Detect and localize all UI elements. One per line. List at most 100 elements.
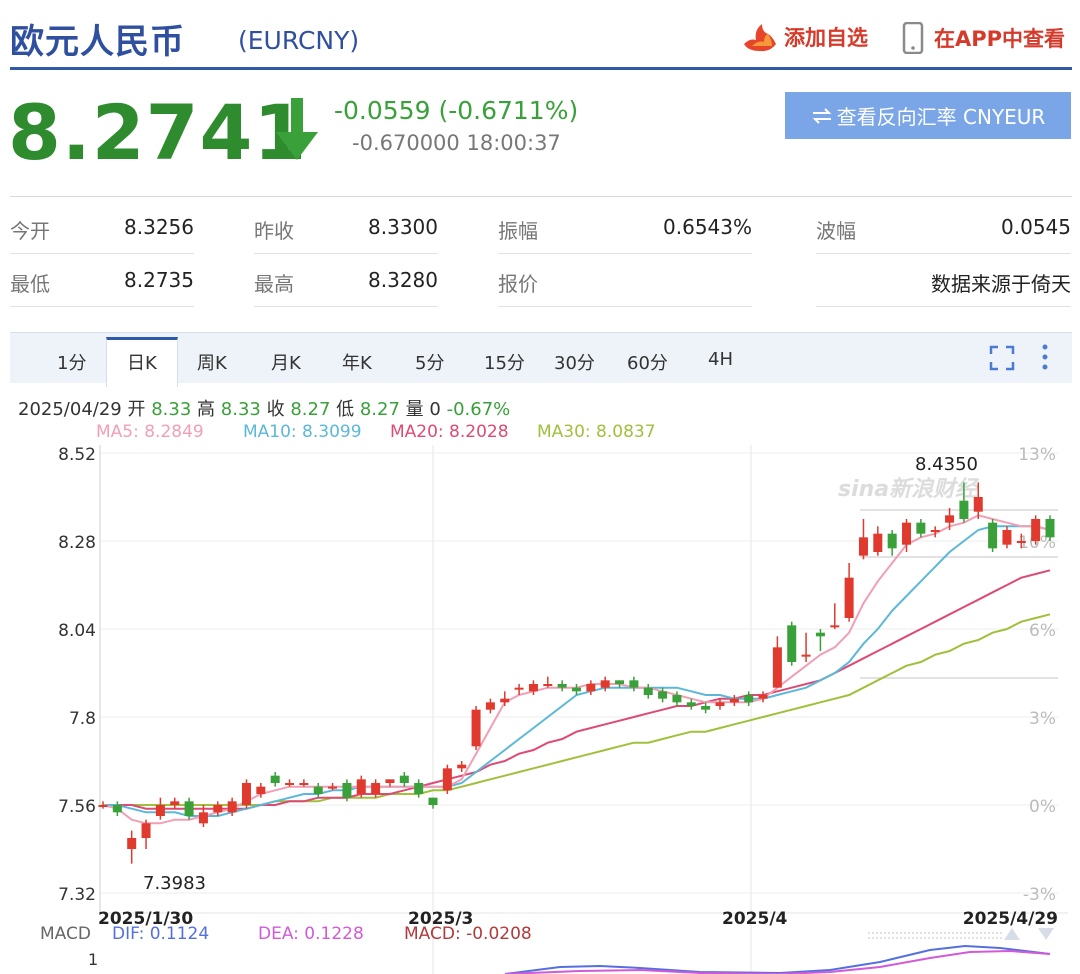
candle-body	[801, 654, 811, 657]
candle-body	[973, 497, 983, 512]
scrollbar-dot	[980, 937, 982, 939]
candle-body	[471, 709, 481, 747]
scrollbar-dot	[976, 937, 978, 939]
add-watchlist-button[interactable]: 添加自选	[742, 22, 868, 52]
candle-body	[213, 805, 223, 813]
scrollbar-dot	[924, 932, 926, 934]
macd-label: MACD	[40, 924, 91, 944]
scrollbar-dot	[996, 932, 998, 934]
open-label: 今开	[10, 219, 50, 243]
scrollbar-dot	[888, 937, 890, 939]
candle-body	[902, 522, 912, 545]
candle-body	[184, 801, 194, 816]
scrollbar-dot	[964, 937, 966, 939]
scrollbar-dot	[936, 937, 938, 939]
chart-scroll-arrows-icon[interactable]	[1002, 924, 1056, 942]
ohlc-info: 2025/04/29 开 8.33 高 8.33 收 8.27 低 8.27 量…	[18, 395, 510, 421]
candle-body	[457, 764, 467, 769]
candle-body	[514, 687, 524, 690]
ohlc-close: 8.27	[290, 399, 331, 420]
down-arrow-icon	[276, 98, 318, 160]
scrollbar-dot	[928, 932, 930, 934]
data-source: 数据来源于倚天	[931, 272, 1071, 296]
candle-body	[141, 823, 151, 838]
tab-15min[interactable]: 15分	[484, 349, 525, 375]
candle-body	[858, 537, 868, 556]
min-price-label: 7.3983	[143, 873, 206, 894]
tab-monthly[interactable]: 月K	[271, 349, 301, 375]
watermark: sina新浪财经	[838, 476, 980, 502]
candle-body	[227, 801, 237, 813]
candle-body	[385, 779, 395, 783]
phone-icon	[902, 22, 924, 54]
y-tick-label-right: 3%	[1029, 709, 1056, 729]
scrollbar-dot	[900, 937, 902, 939]
candle-body	[916, 522, 926, 534]
scrollbar-dot	[904, 932, 906, 934]
ohlc-pct: -0.67%	[446, 399, 511, 420]
scrollbar-dot	[912, 937, 914, 939]
candle-body	[485, 702, 495, 710]
scrollbar-dot	[964, 932, 966, 934]
stat-divider	[254, 306, 438, 307]
scrollbar-dot	[972, 932, 974, 934]
y-tick-label: 8.04	[58, 621, 96, 641]
candle-body	[744, 695, 754, 703]
scrollbar-dot	[952, 932, 954, 934]
candle-body	[313, 786, 323, 794]
scrollbar-dot	[924, 937, 926, 939]
scrollbar-dot	[968, 932, 970, 934]
high-label: 最高	[254, 272, 294, 296]
candle-body	[729, 698, 739, 703]
macd-dea-line	[504, 949, 1051, 974]
reverse-rate-button[interactable]: 查看反向汇率 CNYEUR	[785, 92, 1071, 139]
tab-60min[interactable]: 60分	[627, 349, 668, 375]
candle-body	[787, 625, 797, 662]
scrollbar-dot	[876, 937, 878, 939]
scrollbar-dot	[960, 937, 962, 939]
fullscreen-icon[interactable]	[989, 345, 1015, 371]
ma5-legend: MA5: 8.2849	[96, 422, 204, 442]
candle-body	[1045, 519, 1055, 538]
candle-body	[830, 625, 840, 628]
y-tick-label: 7.32	[58, 885, 96, 905]
candle-body	[112, 805, 122, 813]
candle-body	[600, 680, 610, 688]
candle-body	[701, 706, 711, 710]
scrollbar-dot	[904, 937, 906, 939]
tab-5min[interactable]: 5分	[415, 349, 444, 375]
tab-4h[interactable]: 4H	[708, 349, 733, 370]
kline-chart[interactable]: 8.52 13%8.28 10%8.04 6%7.8 3%7.56 0%7.32 -3%si…	[0, 440, 1080, 974]
ohlc-vol-label: 量	[405, 399, 424, 420]
scrollbar-dot	[992, 937, 994, 939]
candle-body	[615, 680, 625, 684]
candle-body	[672, 695, 682, 703]
scrollbar-dot	[900, 932, 902, 934]
more-options-icon[interactable]	[1040, 343, 1050, 373]
scrollbar-dot	[984, 932, 986, 934]
view-in-app-button[interactable]: 在APP中查看	[902, 22, 1065, 54]
scrollbar-dot	[868, 937, 870, 939]
tab-30min[interactable]: 30分	[554, 349, 595, 375]
prev-close-label: 昨收	[254, 219, 294, 243]
scrollbar-dot	[884, 937, 886, 939]
tab-daily[interactable]: 日K	[127, 349, 157, 375]
tab-weekly[interactable]: 周K	[197, 349, 227, 375]
candle-body	[371, 783, 381, 794]
open-value: 8.3256	[124, 215, 194, 239]
quote-time: 18:00:37	[466, 131, 561, 155]
scrollbar-dot	[888, 932, 890, 934]
candle-body	[586, 684, 596, 692]
candle-body	[844, 577, 854, 618]
scrollbar-dot	[936, 932, 938, 934]
tab-yearly[interactable]: 年K	[342, 349, 372, 375]
scrollbar-dot	[956, 937, 958, 939]
candle-body	[715, 702, 725, 706]
candle-body	[170, 801, 180, 805]
tab-1min[interactable]: 1分	[57, 349, 86, 375]
stat-divider	[498, 306, 752, 307]
stat-divider	[816, 306, 1071, 307]
candle-body	[256, 786, 266, 794]
ma10-legend: MA10: 8.3099	[243, 422, 362, 442]
scrollbar-dot	[872, 932, 874, 934]
